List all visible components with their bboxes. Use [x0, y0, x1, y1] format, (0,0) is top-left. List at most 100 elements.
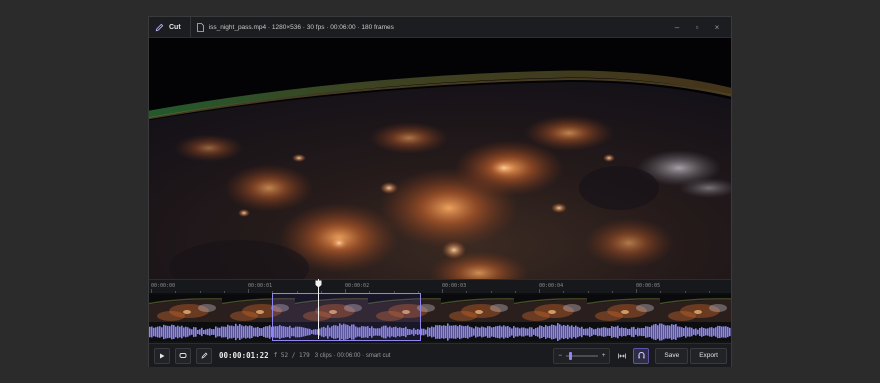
waveform-bar [225, 326, 227, 338]
zoom-slider[interactable] [565, 351, 598, 360]
waveform-bar [459, 324, 461, 340]
waveform-bar [231, 325, 233, 339]
waveform-bar [239, 324, 241, 340]
waveform-bar [635, 329, 637, 335]
waveform-bar [523, 327, 525, 337]
waveform-bar [473, 328, 475, 336]
waveform-bar [585, 328, 587, 336]
ruler-label: 00:00:00 [151, 283, 176, 289]
waveform-bar [517, 327, 519, 337]
zoom-in-button[interactable]: + [602, 353, 606, 359]
zoom-slider-thumb[interactable] [569, 351, 573, 360]
video-preview[interactable] [149, 38, 731, 297]
clip-strip[interactable] [149, 293, 731, 341]
playhead[interactable] [317, 279, 319, 339]
waveform-bar [253, 327, 255, 337]
loop-button[interactable] [175, 347, 191, 364]
save-button[interactable]: Save [655, 347, 689, 364]
waveform-bar [233, 326, 235, 338]
zoom-out-button[interactable]: − [558, 353, 562, 359]
clip-thumbnail [514, 295, 588, 322]
snap-toggle[interactable] [633, 347, 650, 364]
app-title[interactable]: Cut [149, 17, 191, 37]
waveform-bar [609, 328, 611, 336]
waveform-bar [501, 326, 503, 338]
frame-counter: f 52 / 179 [273, 352, 310, 359]
waveform-bar [695, 328, 697, 336]
waveform-bar [245, 325, 247, 339]
ruler-label: 00:00:02 [345, 283, 370, 289]
waveform-bar [243, 326, 245, 338]
waveform-bar [207, 328, 209, 336]
waveform-bar [693, 329, 695, 335]
waveform-bar [485, 327, 487, 337]
ruler-label: 00:00:04 [539, 283, 564, 289]
waveform-bar [171, 324, 173, 340]
waveform-bar [183, 327, 185, 337]
waveform-bar [633, 326, 635, 338]
close-button[interactable]: × [707, 17, 727, 37]
waveform-bar [529, 327, 531, 337]
waveform-bar [511, 328, 513, 336]
waveform-bar [261, 328, 263, 336]
minimize-button[interactable]: – [667, 17, 687, 37]
waveform-bar [423, 328, 425, 336]
waveform-bar [535, 327, 537, 337]
play-icon [160, 353, 165, 358]
right-controls: − + Save Export [553, 347, 731, 364]
waveform-bar [647, 326, 649, 338]
waveform-bar [477, 327, 479, 337]
waveform-bar [717, 325, 719, 339]
waveform-bar [631, 327, 633, 337]
waveform-bar [177, 325, 179, 339]
waveform-bar [165, 325, 167, 339]
playhead-handle[interactable] [315, 280, 322, 288]
waveform-bar [569, 326, 571, 338]
waveform-bar [435, 325, 437, 339]
waveform-bar [713, 328, 715, 336]
waveform-bar [599, 328, 601, 336]
waveform-bar [625, 327, 627, 337]
waveform-bar [559, 324, 561, 340]
export-button[interactable]: Export [690, 347, 727, 364]
waveform-bar [649, 326, 651, 338]
waveform-bar [549, 325, 551, 339]
waveform-bar [157, 326, 159, 338]
waveform-bar [449, 325, 451, 339]
timeline-ruler[interactable]: 00:00:00 00:00:01 00:00:02 00:00:03 00:00:04… [149, 279, 731, 293]
zoom-control: − + [553, 347, 611, 364]
waveform-bar [269, 325, 271, 339]
clip-thumbnail [660, 295, 731, 322]
waveform-bar [195, 327, 197, 337]
earth-night-frame [149, 38, 731, 297]
play-button[interactable] [154, 347, 170, 364]
waveform-bar [465, 326, 467, 338]
waveform-bar [159, 326, 161, 338]
edit-button[interactable] [196, 347, 212, 364]
clip-thumbnail [441, 295, 515, 322]
waveform-bar [431, 326, 433, 338]
maximize-button[interactable]: ▫ [687, 17, 707, 37]
waveform-bar [221, 326, 223, 338]
waveform-bar [255, 327, 257, 337]
waveform-bar [237, 325, 239, 339]
waveform-bar [651, 325, 653, 339]
waveform-bar [219, 327, 221, 337]
waveform-bar [723, 326, 725, 338]
waveform-bar [663, 324, 665, 340]
timecode: 00:00:01:22 [219, 351, 269, 360]
waveform-bar [263, 327, 265, 337]
clip-selection[interactable] [272, 293, 422, 341]
waveform-bar [581, 326, 583, 338]
waveform-bar [673, 324, 675, 340]
pen-icon [201, 352, 207, 359]
waveform-bar [591, 327, 593, 337]
waveform-bar [623, 328, 625, 336]
waveform-bar [515, 327, 517, 337]
waveform-bar [615, 326, 617, 338]
waveform-bar [173, 325, 175, 339]
waveform-bar [573, 326, 575, 338]
loop-icon [179, 353, 187, 358]
fit-width-button[interactable] [615, 349, 629, 363]
waveform-bar [593, 329, 595, 335]
